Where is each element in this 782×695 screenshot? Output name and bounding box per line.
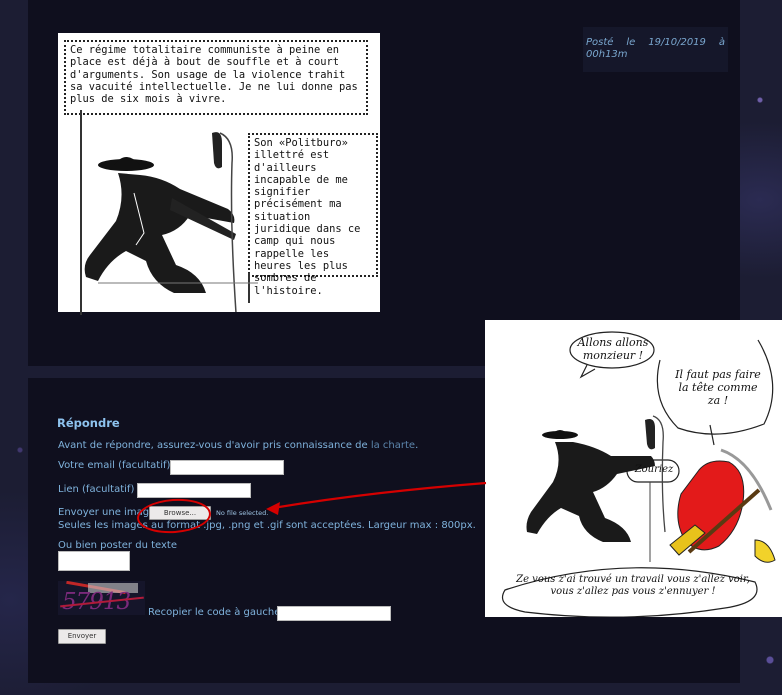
annotation-arrow	[266, 481, 487, 515]
